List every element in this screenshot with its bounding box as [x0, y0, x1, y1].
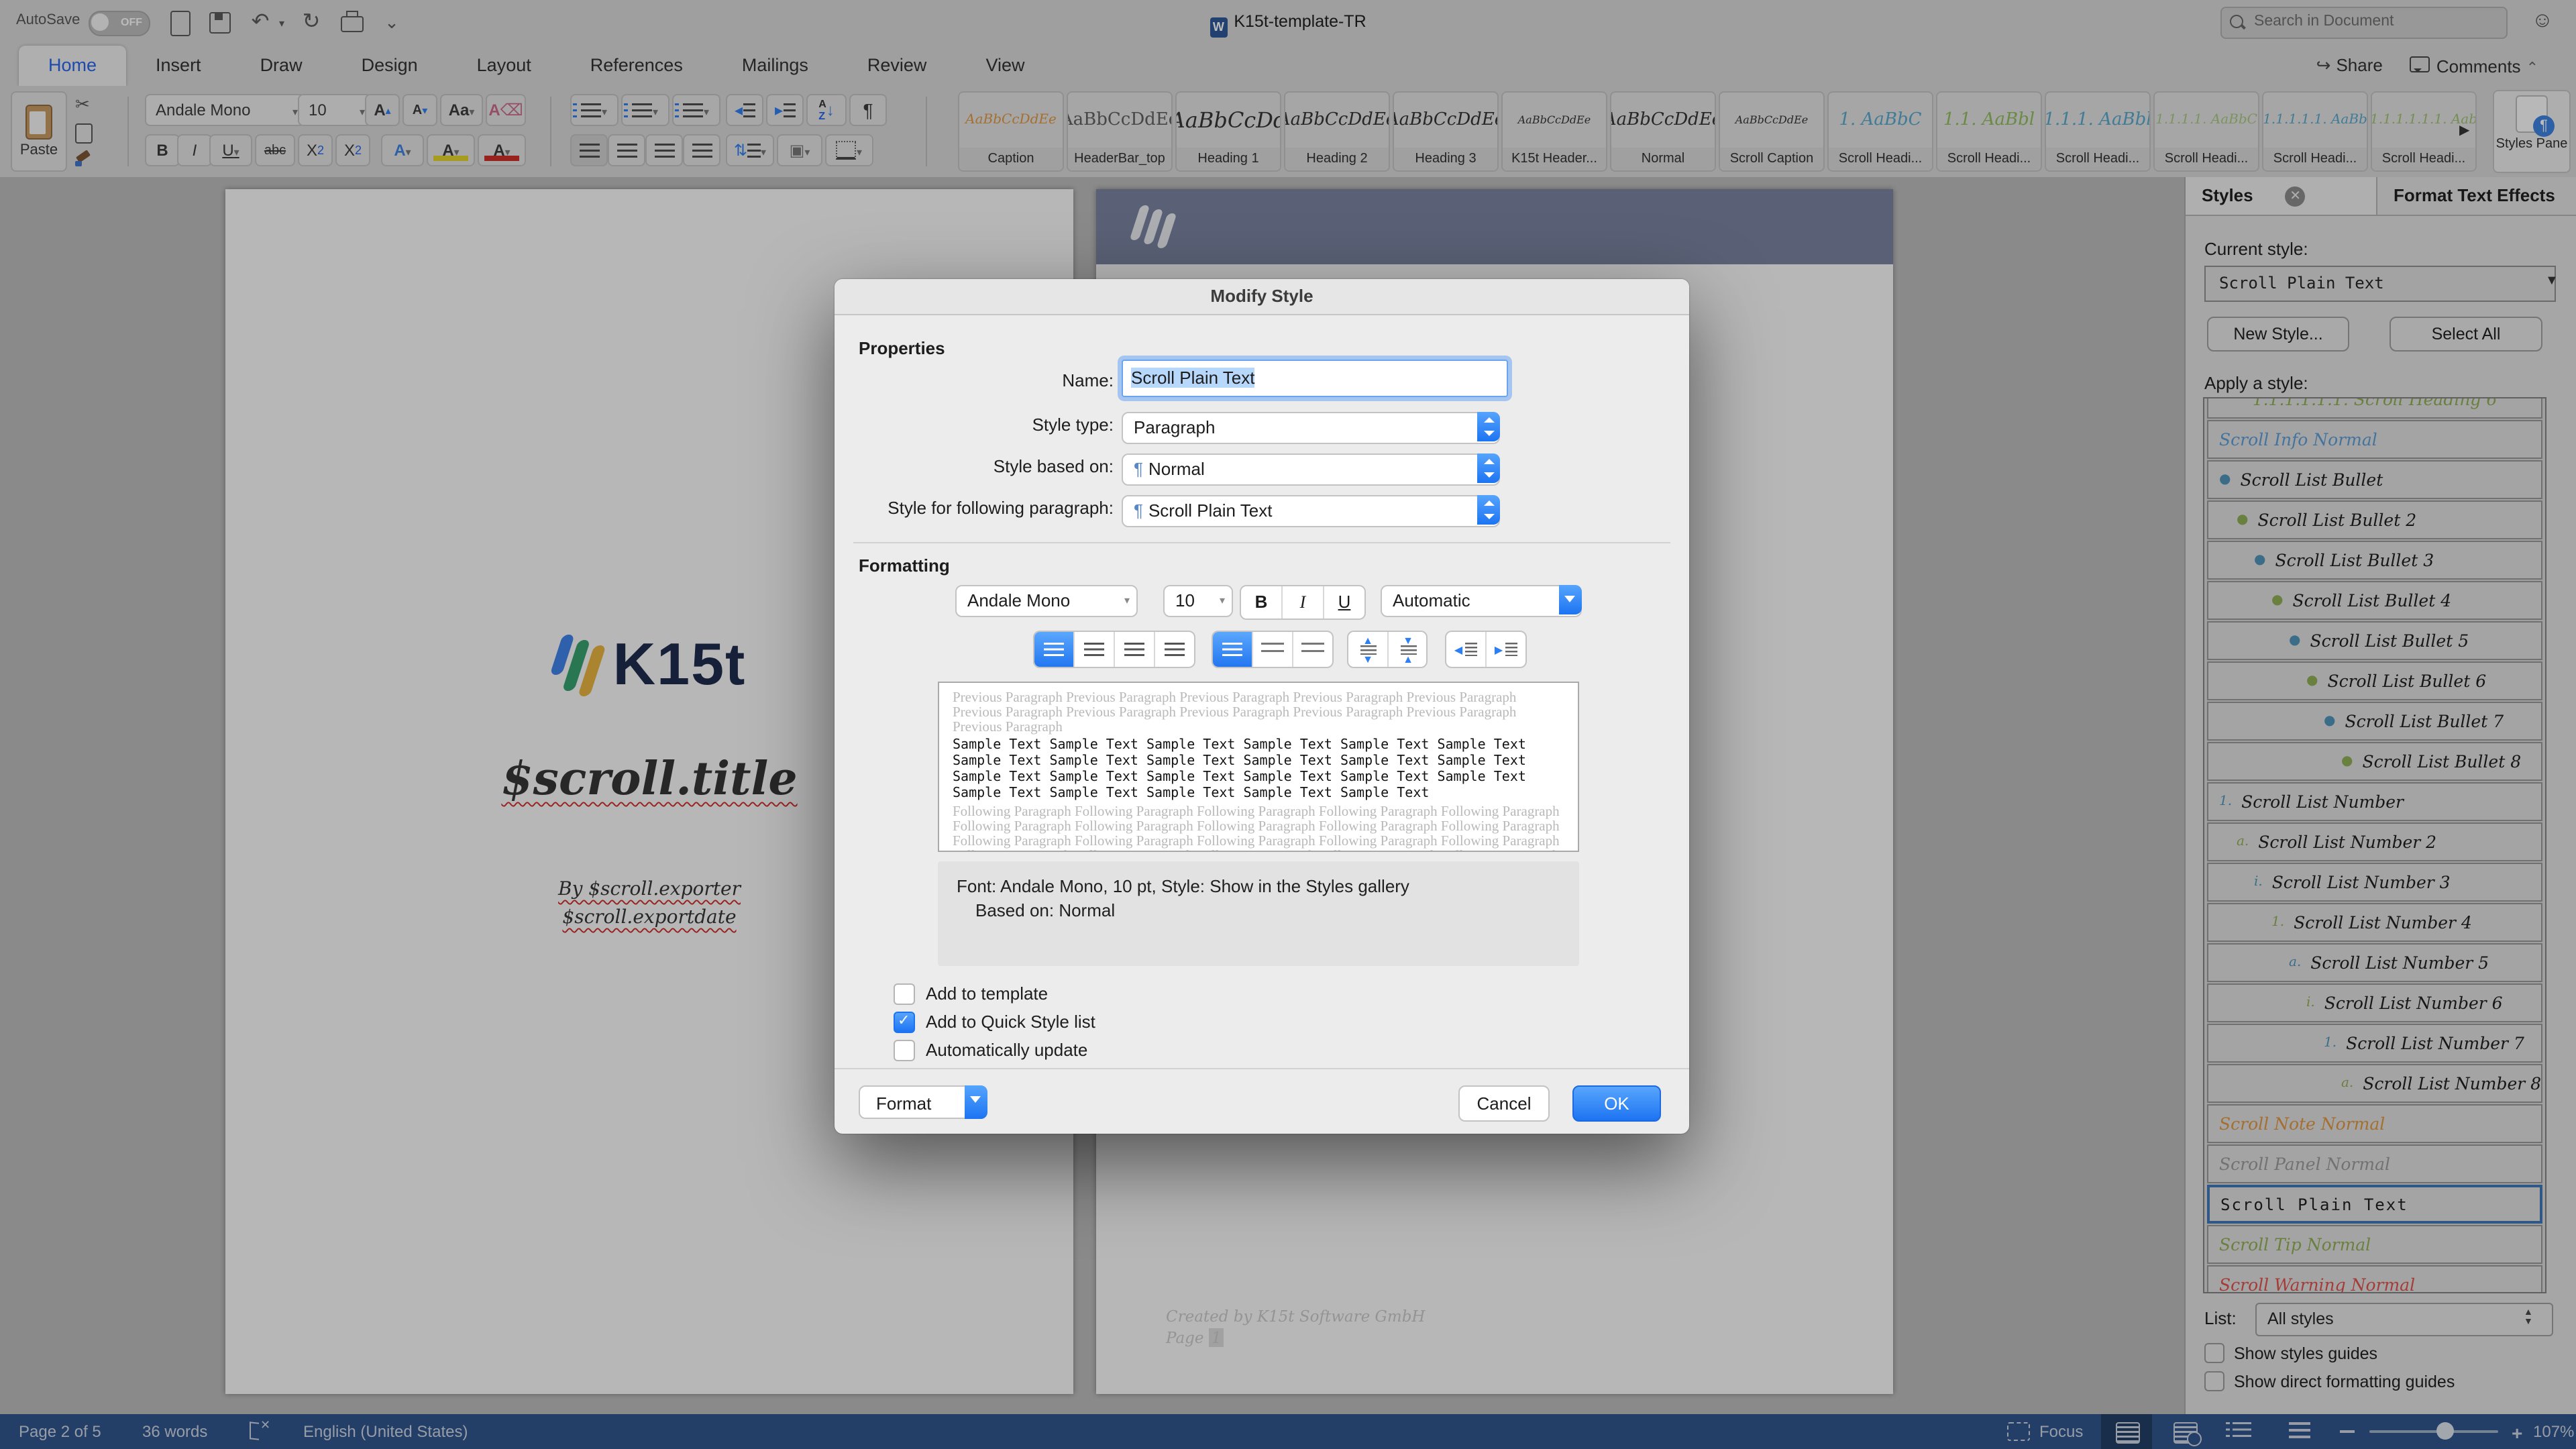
- following-paragraph-select[interactable]: ¶Scroll Plain Text: [1122, 495, 1500, 527]
- dialog-checkbox[interactable]: Add to Quick Style list: [894, 1008, 1095, 1036]
- chevron-down-icon: [965, 1085, 987, 1119]
- word-app-window: AutoSave OFF ▾ WK15t-template-TR Search …: [0, 0, 2576, 1449]
- decrease-indent-button[interactable]: ◀: [1446, 632, 1487, 667]
- dialog-checkbox[interactable]: Automatically update: [894, 1036, 1095, 1064]
- one-half-space-button[interactable]: [1253, 632, 1293, 667]
- style-description: Font: Andale Mono, 10 pt, Style: Show in…: [938, 861, 1579, 966]
- align-left-button[interactable]: [1034, 632, 1075, 667]
- paragraph-mark-icon: ¶: [1134, 500, 1143, 521]
- stepper-icon: [1477, 412, 1500, 441]
- checkbox-icon: [894, 983, 915, 1004]
- sample-text-preview: Sample Text Sample Text Sample Text Samp…: [953, 738, 1564, 802]
- italic-button[interactable]: I: [1283, 586, 1324, 619]
- increase-indent-button[interactable]: ▶: [1487, 632, 1525, 667]
- align-right-button[interactable]: [1115, 632, 1155, 667]
- paragraph-spacing-group: ▲▼ ▼▲: [1347, 631, 1428, 668]
- following-paragraph-preview: Following Paragraph Following Paragraph …: [953, 805, 1564, 852]
- formatting-heading: Formatting: [859, 555, 950, 576]
- paragraph-mark-icon: ¶: [1134, 459, 1143, 479]
- single-space-button[interactable]: [1213, 632, 1253, 667]
- name-label: Name:: [848, 370, 1114, 390]
- ok-button[interactable]: OK: [1572, 1085, 1661, 1122]
- style-name-input[interactable]: Scroll Plain Text: [1122, 360, 1508, 397]
- stepper-icon: [1477, 453, 1500, 483]
- checkbox-icon: [894, 1039, 915, 1061]
- style-based-on-select[interactable]: ¶Normal: [1122, 453, 1500, 486]
- format-font-select[interactable]: Andale Mono: [955, 585, 1138, 617]
- format-size-select[interactable]: 10: [1163, 585, 1233, 617]
- modify-style-dialog: Modify Style Properties Name: Scroll Pla…: [835, 279, 1689, 1134]
- double-space-button[interactable]: [1293, 632, 1332, 667]
- chevron-down-icon: [1220, 586, 1225, 616]
- style-type-select[interactable]: Paragraph: [1122, 412, 1500, 444]
- underline-button[interactable]: U: [1324, 586, 1364, 619]
- previous-paragraph-preview: Previous Paragraph Previous Paragraph Pr…: [953, 691, 1564, 735]
- indent-group: ◀ ▶: [1445, 631, 1527, 668]
- footer-divider: [835, 1068, 1689, 1069]
- font-color-select[interactable]: Automatic: [1381, 585, 1582, 617]
- increase-space-before-button[interactable]: ▲▼: [1348, 632, 1389, 667]
- style-based-on-label: Style based on:: [848, 456, 1114, 476]
- align-center-button[interactable]: [1075, 632, 1115, 667]
- alignment-group: [1033, 631, 1195, 668]
- format-menu-button[interactable]: Format: [859, 1085, 987, 1119]
- dialog-checkbox[interactable]: Add to template: [894, 979, 1095, 1008]
- dialog-title: Modify Style: [835, 279, 1689, 315]
- section-divider: [853, 542, 1670, 543]
- bold-button[interactable]: B: [1241, 586, 1283, 619]
- dialog-checkboxes: Add to template Add to Quick Style list …: [894, 979, 1095, 1064]
- justify-button[interactable]: [1155, 632, 1194, 667]
- style-type-label: Style type:: [848, 415, 1114, 435]
- checkbox-icon: [894, 1011, 915, 1032]
- following-paragraph-label: Style for following paragraph:: [848, 498, 1114, 518]
- properties-heading: Properties: [859, 338, 945, 358]
- cancel-button[interactable]: Cancel: [1458, 1085, 1550, 1122]
- decrease-space-before-button[interactable]: ▼▲: [1389, 632, 1428, 667]
- style-preview-box: Previous Paragraph Previous Paragraph Pr…: [938, 682, 1579, 852]
- stepper-icon: [1477, 495, 1500, 525]
- line-spacing-group: [1212, 631, 1334, 668]
- chevron-down-icon: [1559, 585, 1582, 614]
- chevron-down-icon: [1124, 586, 1130, 616]
- bold-italic-underline-group: B I U: [1240, 585, 1366, 620]
